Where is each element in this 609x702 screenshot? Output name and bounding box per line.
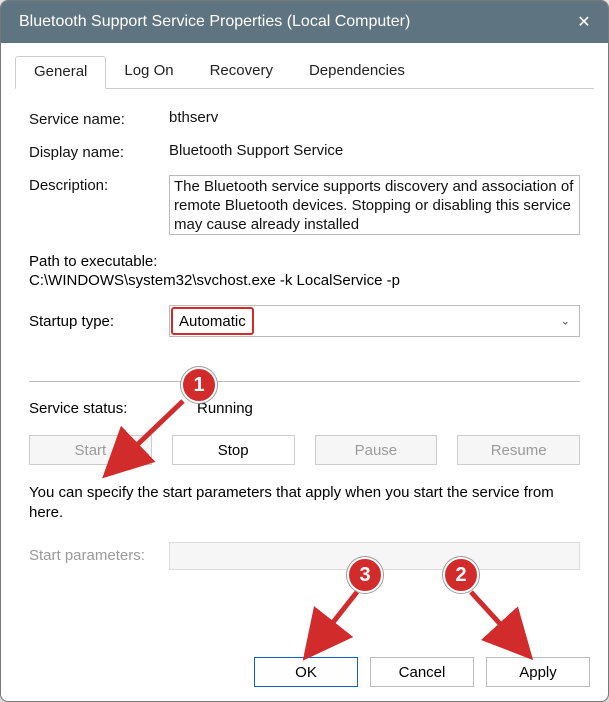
row-start-parameters: Start parameters: bbox=[29, 542, 580, 570]
separator bbox=[29, 381, 580, 382]
service-name-label: Service name: bbox=[29, 109, 169, 128]
dialog-footer: OK Cancel Apply bbox=[254, 657, 590, 687]
path-label: Path to executable: bbox=[29, 253, 580, 270]
startup-type-select[interactable] bbox=[169, 305, 580, 337]
description-label: Description: bbox=[29, 175, 169, 194]
cancel-button[interactable]: Cancel bbox=[370, 657, 474, 687]
ok-button[interactable]: OK bbox=[254, 657, 358, 687]
path-block: Path to executable: C:\WINDOWS\system32\… bbox=[29, 253, 580, 289]
display-name-value: Bluetooth Support Service bbox=[169, 142, 580, 159]
row-display-name: Display name: Bluetooth Support Service bbox=[29, 142, 580, 161]
stop-button[interactable]: Stop bbox=[172, 435, 295, 465]
annotation-badge-1: 1 bbox=[181, 367, 217, 403]
path-value: C:\WINDOWS\system32\svchost.exe -k Local… bbox=[29, 272, 580, 289]
description-box[interactable]: The Bluetooth service supports discovery… bbox=[169, 175, 580, 235]
row-description: Description: The Bluetooth service suppo… bbox=[29, 175, 580, 235]
annotation-badge-2: 2 bbox=[443, 557, 479, 593]
pause-button: Pause bbox=[315, 435, 438, 465]
description-text: The Bluetooth service supports discovery… bbox=[174, 178, 573, 233]
service-action-buttons: Start Stop Pause Resume bbox=[29, 435, 580, 465]
resume-button: Resume bbox=[457, 435, 580, 465]
row-service-name: Service name: bthserv bbox=[29, 109, 580, 128]
apply-button[interactable]: Apply bbox=[486, 657, 590, 687]
start-parameters-label: Start parameters: bbox=[29, 547, 169, 564]
dialog-window: Bluetooth Support Service Properties (Lo… bbox=[0, 0, 609, 702]
window-title: Bluetooth Support Service Properties (Lo… bbox=[19, 13, 560, 31]
tab-strip: General Log On Recovery Dependencies bbox=[15, 55, 594, 89]
start-parameters-hint: You can specify the start parameters tha… bbox=[29, 483, 580, 524]
titlebar: Bluetooth Support Service Properties (Lo… bbox=[1, 1, 608, 43]
close-button[interactable]: ✕ bbox=[560, 1, 608, 43]
row-service-status: Service status: Running bbox=[29, 400, 580, 417]
row-startup-type: Startup type: Automatic ⌄ bbox=[29, 305, 580, 337]
close-icon: ✕ bbox=[577, 12, 590, 32]
tab-dependencies[interactable]: Dependencies bbox=[291, 56, 423, 89]
service-status-label: Service status: bbox=[29, 400, 197, 417]
service-status-value: Running bbox=[197, 400, 253, 417]
display-name-label: Display name: bbox=[29, 142, 169, 161]
startup-type-label: Startup type: bbox=[29, 313, 169, 330]
tab-general[interactable]: General bbox=[15, 56, 106, 89]
service-name-value: bthserv bbox=[169, 109, 580, 126]
tab-content-general: Service name: bthserv Display name: Blue… bbox=[1, 89, 608, 570]
tab-log-on[interactable]: Log On bbox=[106, 56, 191, 89]
tab-recovery[interactable]: Recovery bbox=[192, 56, 291, 89]
annotation-badge-3: 3 bbox=[347, 557, 383, 593]
start-button: Start bbox=[29, 435, 152, 465]
